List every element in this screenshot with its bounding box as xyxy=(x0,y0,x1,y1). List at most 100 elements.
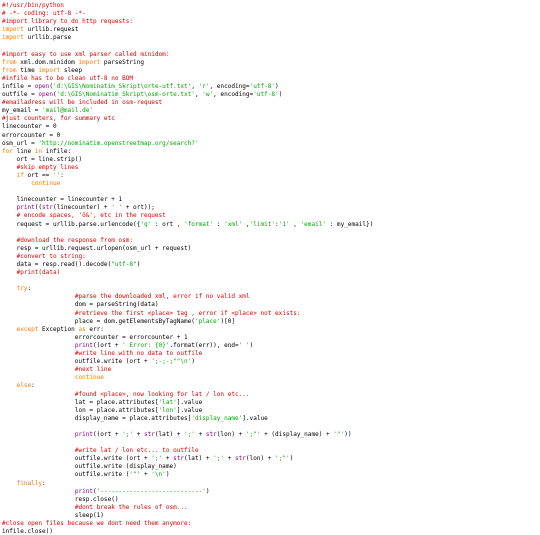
code-token-comment: #write lat / lon etc... to outfile xyxy=(74,447,199,455)
code-token-comment: #dont break the rules of osm... xyxy=(74,503,188,511)
code-line: ort = line.strip() xyxy=(2,156,540,164)
code-token-text: sleep(1) xyxy=(2,511,104,519)
code-token-string: 'w' xyxy=(202,91,214,99)
code-line: #convert to string: xyxy=(2,253,540,261)
code-token-string: 'http://nominatim.openstreetmap.org/sear… xyxy=(38,139,199,147)
code-token-text: ) xyxy=(136,261,141,268)
code-token-string: '"' xyxy=(129,471,141,479)
code-token-string: 'display_name' xyxy=(191,414,243,422)
code-token-text: , encoding= xyxy=(209,82,250,90)
code-line: #import library to do http requests: xyxy=(2,18,540,26)
code-token-text: : xyxy=(27,285,32,293)
code-editor[interactable]: #!/usr/bin/python # -*- coding: utf-8 -*-… xyxy=(0,0,540,535)
code-token-string: 'format' xyxy=(184,220,214,228)
code-line: dom = parseString(data) xyxy=(2,301,540,309)
code-token-keyword: else xyxy=(16,382,32,390)
code-token-string: ' ' xyxy=(238,341,250,349)
code-token-text: outfile.write (ort + xyxy=(2,455,152,463)
code-token-comment: #import library to do http requests: xyxy=(2,18,134,26)
code-line: from xml.dom.minidom import parseString xyxy=(2,59,540,67)
code-line: # -*- coding: utf-8 -*- xyxy=(2,10,540,18)
code-token-text: : ort , xyxy=(151,220,185,228)
code-token-comment: # -*- coding: utf-8 -*- xyxy=(2,10,86,18)
code-line: outfile.write (ort + ';' + str(lat) + ';… xyxy=(2,455,540,463)
code-line: if ort == '': xyxy=(2,172,540,180)
code-line: #parse the downloaded xml, error if no v… xyxy=(2,293,540,301)
code-token-text: errorcounter = errorcounter + 1 xyxy=(2,333,188,341)
code-token-text: + ort)); xyxy=(122,204,155,212)
code-token-comment: #found <place>, now looking for lat / lo… xyxy=(74,390,250,398)
code-token-comment: # encode spaces, 'ö&', etc in the reques… xyxy=(16,212,166,220)
code-token-keyword: continue xyxy=(74,374,104,382)
code-token-text: display_name = place.attributes[ xyxy=(2,414,192,422)
code-token-text: resp.close() xyxy=(2,495,119,503)
code-line: #import easy to use xml parser called mi… xyxy=(2,51,540,59)
code-token-text: err: xyxy=(85,325,104,333)
code-token-string: 'limit' xyxy=(249,220,276,228)
code-token-text: (lat) + xyxy=(154,430,185,438)
code-token-comment: #retrieve the first <place> tag , error … xyxy=(74,309,301,317)
code-token-text: , encoding= xyxy=(213,91,254,99)
code-token-comment: #emailadress will be included in osm-req… xyxy=(2,99,163,107)
code-token-text: dom = parseString(data) xyxy=(2,301,159,309)
code-token-string: ';' xyxy=(213,455,225,463)
code-token-comment: #import easy to use xml parser called mi… xyxy=(2,50,170,58)
code-line: #write line with no data to outfile xyxy=(2,350,540,358)
code-token-text: + xyxy=(194,430,206,438)
code-token-text: lat = place.attributes[ xyxy=(2,398,159,406)
code-line: #skip empty lines xyxy=(2,164,540,172)
code-token-comment: #write line with no data to outfile xyxy=(74,350,203,358)
code-token-text: ort == xyxy=(23,171,53,179)
code-token-keyword: import xyxy=(78,58,101,66)
code-token-text: urllib.request xyxy=(23,26,79,34)
code-token-string: ' Error: {0}' xyxy=(122,341,170,349)
code-token-builtin: str xyxy=(235,455,246,463)
code-token-builtin: open xyxy=(38,91,53,99)
code-token-string: '1' xyxy=(278,220,290,228)
code-token-text: time xyxy=(16,66,39,74)
code-token-text: : my_email}) xyxy=(326,220,374,228)
code-token-builtin: print xyxy=(74,430,94,438)
code-token-text: infile: xyxy=(42,147,72,155)
code-line: #just counters, for summary etc xyxy=(2,115,540,123)
code-line: outfile.write (ort + ';-;-;""\n') xyxy=(2,358,540,366)
code-token-text: ].value xyxy=(242,414,268,422)
code-token-text: ((ort + xyxy=(93,430,123,438)
code-token-text: ((ort + xyxy=(93,341,123,349)
code-token-string: 'utf-8' xyxy=(253,91,279,99)
code-token-text: (linecounter) + xyxy=(52,204,112,212)
code-line: infile = open('d:\GIS\Nominatim_Skript\o… xyxy=(2,83,540,91)
code-token-keyword: import xyxy=(38,66,61,74)
code-token-text: (lat) + xyxy=(184,455,214,463)
code-token-text: : xyxy=(31,382,35,390)
code-token-string: 'd:\GIS\Nominatim_Skript\osm-orte.txt' xyxy=(56,91,195,99)
code-line: data = resp.read().decode("utf-8") xyxy=(2,261,540,269)
code-token-string: ';"' xyxy=(275,455,290,463)
code-token-builtin: open xyxy=(34,82,50,90)
code-line: #next line xyxy=(2,366,540,374)
code-line: infile.close() xyxy=(2,528,540,535)
code-token-text: )[0] xyxy=(220,317,235,325)
code-line: #write lat / lon etc... to outfile xyxy=(2,447,540,455)
code-token-text: (( xyxy=(34,204,43,212)
code-token-text: my_email = xyxy=(2,107,43,115)
code-token-text: resp = urllib.request.urlopen(osm_url + … xyxy=(2,244,192,252)
code-line: outfile = open('d:\GIS\Nominatim_Skript\… xyxy=(2,91,540,99)
code-token-text: , xyxy=(289,220,301,228)
code-line: errorcounter = errorcounter + 1 xyxy=(2,334,540,342)
code-line: outfile.write (display_name) xyxy=(2,463,540,471)
code-line: resp = urllib.request.urlopen(osm_url + … xyxy=(2,245,540,253)
code-token-keyword: import xyxy=(2,26,24,34)
code-token-string: ';' xyxy=(122,430,134,438)
code-line: #print(data) xyxy=(2,269,540,277)
code-line: place = dom.getElementsByTagName('place'… xyxy=(2,318,540,326)
